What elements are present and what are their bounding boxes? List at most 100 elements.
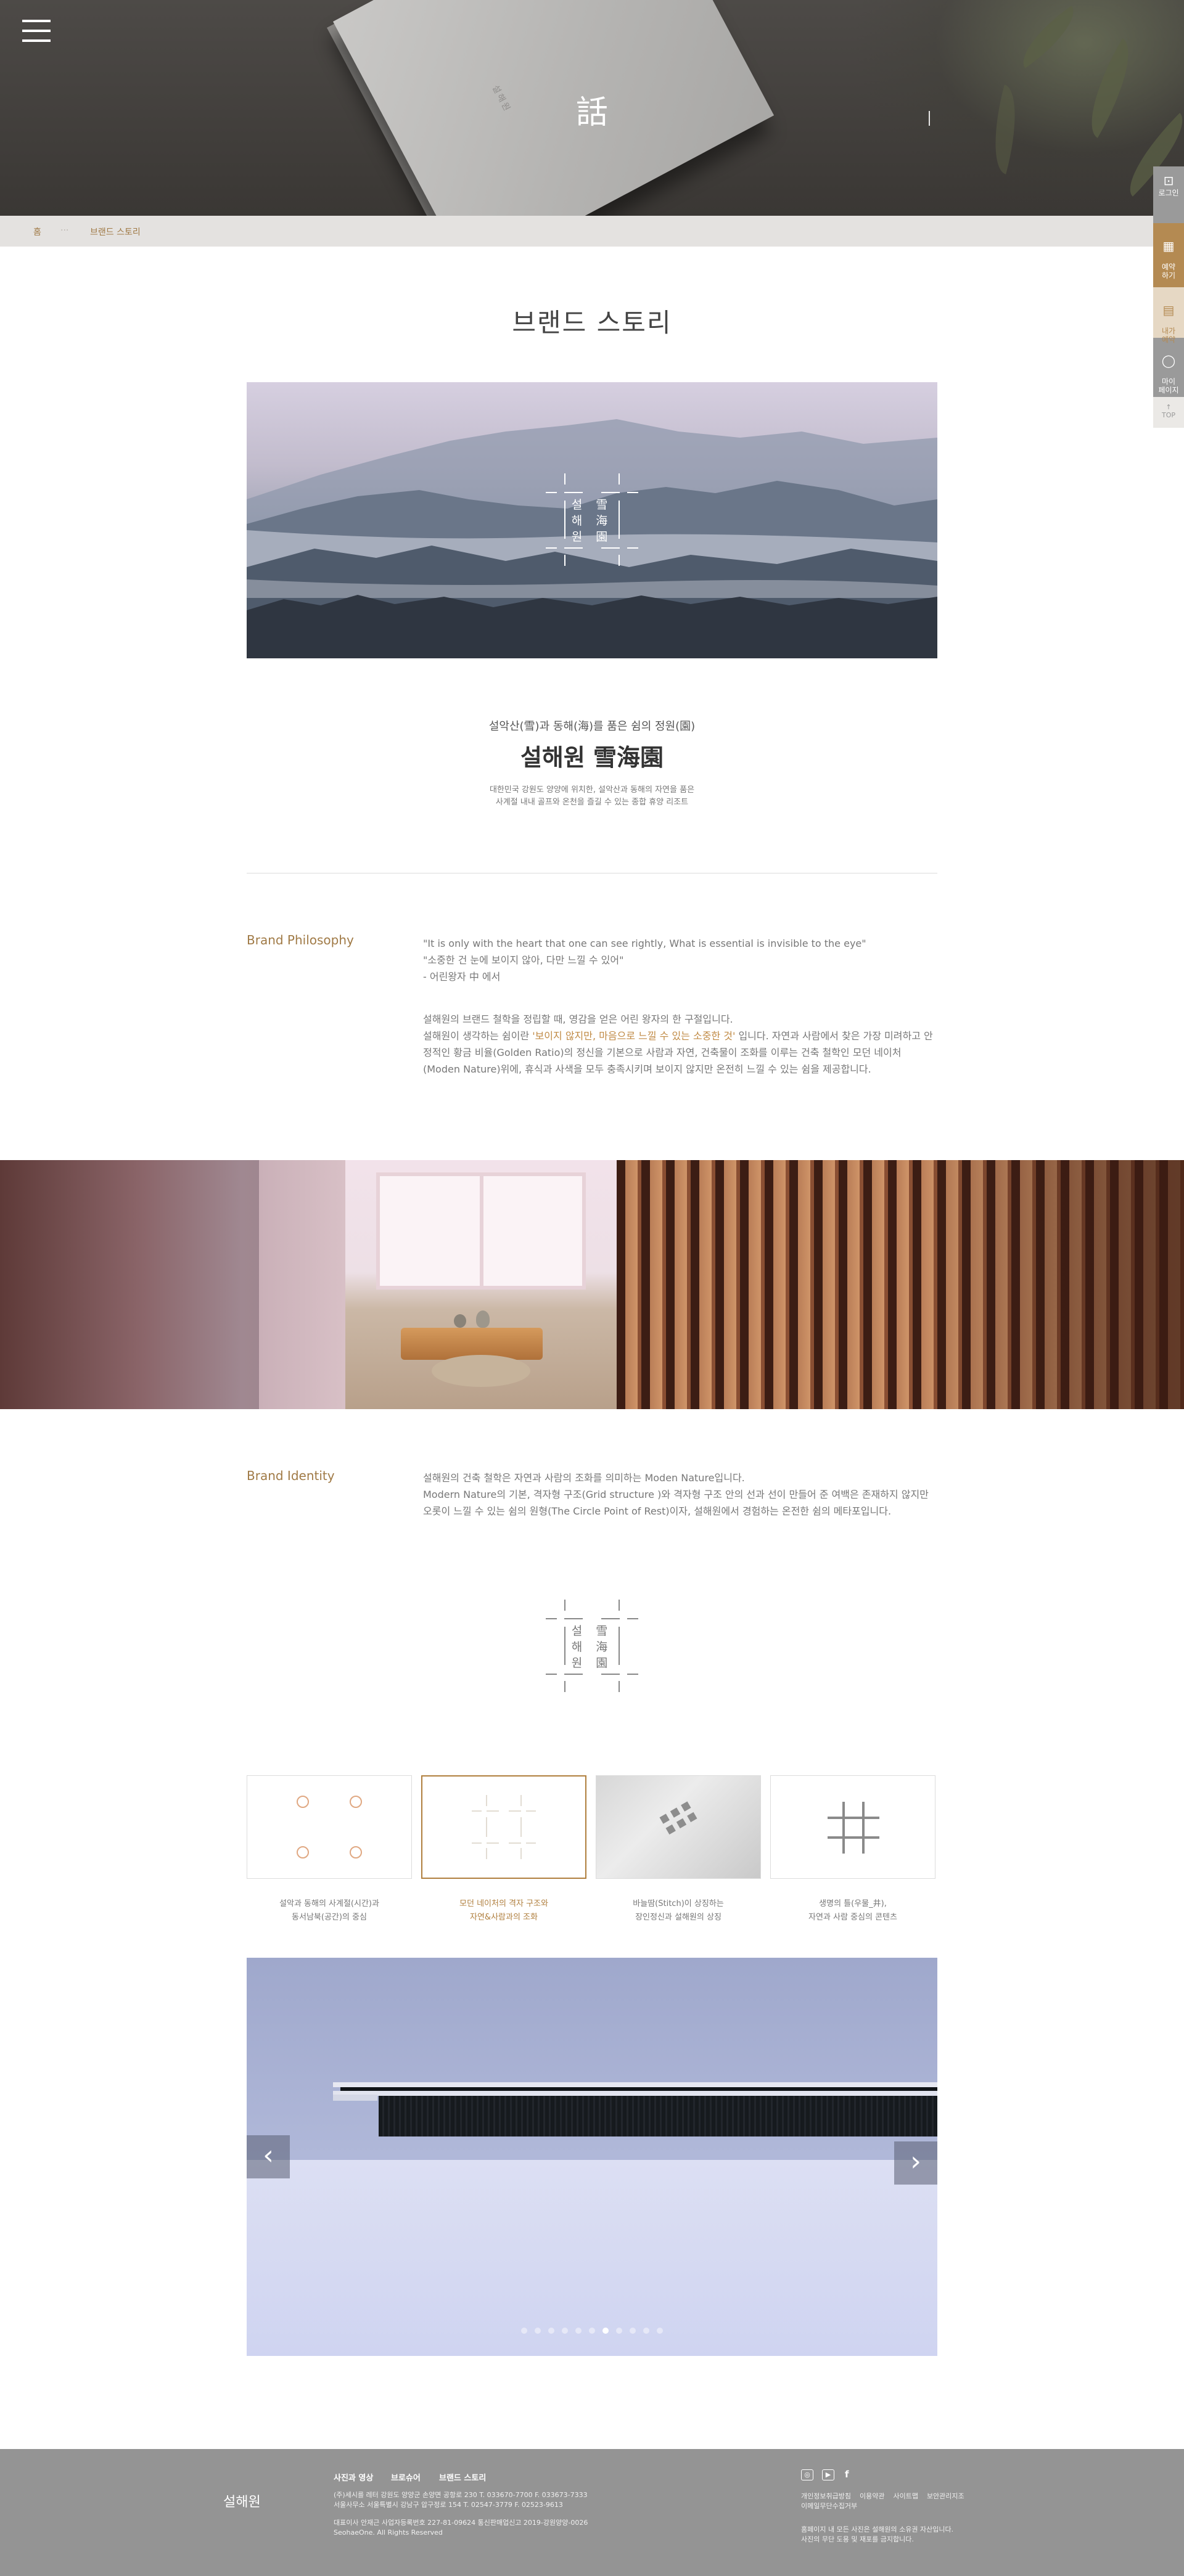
landscape-image: 설 雪 해 海 원 園 <box>247 382 937 658</box>
philosophy-body: 설해원의 브랜드 철학을 정립할 때, 영감을 얻은 어린 왕자의 한 구절입니… <box>423 1011 937 1077</box>
intro-heading: 설해원 雪海園 <box>520 744 664 771</box>
instagram-icon[interactable]: ◎ <box>801 2469 813 2480</box>
logo-gray-line-3: 원 園 <box>571 1656 613 1670</box>
footer-business-info: 대표이사 안재근 사업자등록번호 227-81-09624 통신판매업신고 20… <box>334 2518 588 2538</box>
seohaewon-logo-gray: 설 雪 해 海 원 園 <box>546 1600 638 1692</box>
card-caption: 모던 네이처의 격자 구조와 자연&사람과의 조화 <box>421 1897 586 1924</box>
slider-next-button[interactable]: › <box>894 2141 937 2185</box>
mypage-button[interactable]: ◯ 마이 페이지 <box>1153 338 1184 397</box>
snow-field <box>247 2160 937 2356</box>
hero-character: 話 <box>575 94 608 131</box>
login-label: 로그인 <box>1158 189 1179 197</box>
building-facade <box>379 2096 937 2136</box>
philosophy-paragraph-1: 설해원의 브랜드 철학을 정립할 때, 영감을 얻은 어린 왕자의 한 구절입니… <box>423 1013 733 1025</box>
philosophy-paragraph-2: 설해원이 생각하는 쉼이란 '보이지 않지만, 마음으로 느낄 수 있는 소중한… <box>423 1028 937 1077</box>
slider-pagination <box>247 2328 937 2334</box>
slider-prev-button[interactable]: ‹ <box>247 2135 290 2178</box>
tea-cup <box>454 1314 466 1328</box>
quick-menu: ⊡ 로그인 ▦ 예약 하기 ▤ 내가 예약 ◯ 마이 페이지 ↑ TOP <box>1153 166 1184 428</box>
card-caption-line: 생명의 틀(우물_井), <box>819 1899 887 1908</box>
facebook-icon[interactable]: f <box>845 2469 849 2480</box>
philosophy-quote: "It is only with the heart that one can … <box>423 935 937 985</box>
scroll-top-label: TOP <box>1161 411 1175 419</box>
card-caption-line: 모던 네이처의 격자 구조와 <box>459 1899 548 1908</box>
reserve-label: 예약 하기 <box>1161 263 1176 280</box>
building-roof-2 <box>333 2091 937 2096</box>
card-caption-line: 자연&사람과의 조화 <box>470 1913 538 1922</box>
footer-copyright: SeohaeOne. All Rights Reserved <box>334 2529 443 2537</box>
footer-link-media[interactable]: 사진과 영상 <box>334 2471 373 2483</box>
login-button[interactable]: ⊡ 로그인 <box>1153 166 1184 223</box>
interior-photo <box>0 1160 1184 1409</box>
tea-pot <box>476 1310 490 1328</box>
user-icon: ◯ <box>1161 353 1176 368</box>
terms-link[interactable]: 이용약관 <box>860 2492 884 2500</box>
arrow-up-icon: ↑ <box>1166 403 1172 411</box>
logo-gray-line-2: 해 海 <box>571 1640 613 1654</box>
card-caption: 바늘땀(Stitch)이 상징하는 장인정신과 설해원의 상징 <box>596 1897 761 1924</box>
quote-english: "It is only with the heart that one can … <box>423 938 866 949</box>
footer-photo-notice: 홈페이지 내 모든 사진은 설해원의 소유권 자산입니다. 사진의 무단 도용 … <box>801 2525 953 2545</box>
slider-dot[interactable] <box>657 2328 663 2334</box>
youtube-icon[interactable]: ▶ <box>822 2469 834 2480</box>
reserve-button[interactable]: ▦ 예약 하기 <box>1153 223 1184 287</box>
building-roof <box>333 2082 937 2087</box>
card-caption-line: 장인정신과 설해원의 상징 <box>635 1913 722 1922</box>
email-refusal-link[interactable]: 이메일무단수집거부 <box>801 2502 857 2510</box>
book-cover <box>333 0 775 216</box>
footer-policy-links: 개인정보취급방침 이용약관 사이트맵 보안관리지조 이메일무단수집거부 <box>801 2492 998 2511</box>
footer-address: (주)세시를 레터 강원도 양양군 손양면 공항로 230 T. 033670-… <box>334 2490 588 2510</box>
card-caption: 생명의 틀(우물_井), 자연과 사람 중심의 콘텐츠 <box>770 1897 935 1924</box>
privacy-policy-link[interactable]: 개인정보취급방침 <box>801 2492 851 2500</box>
calendar-icon: ▦ <box>1162 239 1175 253</box>
footer-address-line-2: 서울사무소 서울특별시 강남구 압구정로 154 T. 02547-3779 F… <box>334 2501 563 2509</box>
breadcrumb-current[interactable]: 브랜드 스토리 <box>90 226 141 238</box>
footer-notice-line-2: 사진의 무단 도용 및 재포를 금지합니다. <box>801 2535 914 2543</box>
intro-desc-line-2: 사계절 내내 골프와 온천을 즐길 수 있는 종합 휴양 리조트 <box>495 798 689 807</box>
security-link[interactable]: 보안관리지조 <box>927 2492 964 2500</box>
identity-paragraph-2: Modern Nature의 기본, 격자형 구조(Grid structure… <box>423 1489 929 1517</box>
page-title: 브랜드 스토리 <box>512 308 672 338</box>
slider-dot[interactable] <box>535 2328 541 2334</box>
card-caption-line: 설악과 동해의 사계절(시간)과 <box>279 1899 379 1908</box>
footer-link-brochure[interactable]: 브로슈어 <box>391 2471 421 2483</box>
breadcrumb-home[interactable]: 홈 <box>33 226 41 238</box>
quote-source: - 어린왕자 中 에서 <box>423 971 501 983</box>
philosophy-highlight: '보이지 않지만, 마음으로 느낄 수 있는 소중한 것' <box>532 1030 736 1042</box>
identity-card-well[interactable] <box>770 1775 935 1879</box>
identity-card-stitch[interactable] <box>596 1775 761 1879</box>
building-eave <box>333 2095 377 2101</box>
grid-lines-icon <box>472 1795 536 1859</box>
card-caption: 설악과 동해의 사계절(시간)과 동서남북(공간)의 중심 <box>247 1897 412 1924</box>
slider-dot[interactable] <box>521 2328 527 2334</box>
slider-dot[interactable] <box>630 2328 636 2334</box>
slider-dot[interactable] <box>589 2328 595 2334</box>
scroll-top-button[interactable]: ↑ TOP <box>1153 397 1184 428</box>
identity-card-grid[interactable] <box>421 1775 586 1879</box>
card-caption-line: 바늘땀(Stitch)이 상징하는 <box>633 1899 724 1908</box>
hero-mark <box>929 111 930 126</box>
slider-dot[interactable] <box>575 2328 582 2334</box>
intro-description: 대한민국 강원도 양양에 위치한, 설악산과 동해의 자연을 품은 사계절 내내… <box>0 784 1184 809</box>
photo-slider: ‹ › <box>247 1958 937 2356</box>
philosophy-p2-lead: 설해원이 생각하는 쉼이란 <box>423 1030 533 1042</box>
sitemap-link[interactable]: 사이트맵 <box>893 2492 918 2500</box>
seohaewon-logo: 설 雪 해 海 원 園 <box>546 473 638 566</box>
footer-link-brand-story[interactable]: 브랜드 스토리 <box>439 2471 486 2483</box>
hero-banner: 話 설해원 <box>0 0 1184 216</box>
intro-desc-line-1: 대한민국 강원도 양양에 위치한, 설악산과 동해의 자연을 품은 <box>489 785 695 795</box>
card-caption-line: 자연과 사람 중심의 콘텐츠 <box>808 1913 897 1922</box>
slider-dot[interactable] <box>602 2328 609 2334</box>
identity-card-circles[interactable] <box>247 1775 412 1879</box>
slider-dot[interactable] <box>548 2328 554 2334</box>
hamburger-menu-icon[interactable] <box>22 18 53 43</box>
slider-dot[interactable] <box>562 2328 568 2334</box>
mypage-label: 마이 페이지 <box>1158 377 1179 395</box>
footer <box>0 2449 1184 2576</box>
identity-paragraph-1: 설해원의 건축 철학은 자연과 사람의 조화를 의미하는 Moden Natur… <box>423 1472 745 1484</box>
login-icon: ⊡ <box>1163 173 1174 188</box>
well-grid-icon <box>828 1802 879 1854</box>
slider-dot[interactable] <box>616 2328 622 2334</box>
logo-gray-text: 설 雪 해 海 원 園 <box>555 1623 629 1671</box>
slider-dot[interactable] <box>643 2328 649 2334</box>
